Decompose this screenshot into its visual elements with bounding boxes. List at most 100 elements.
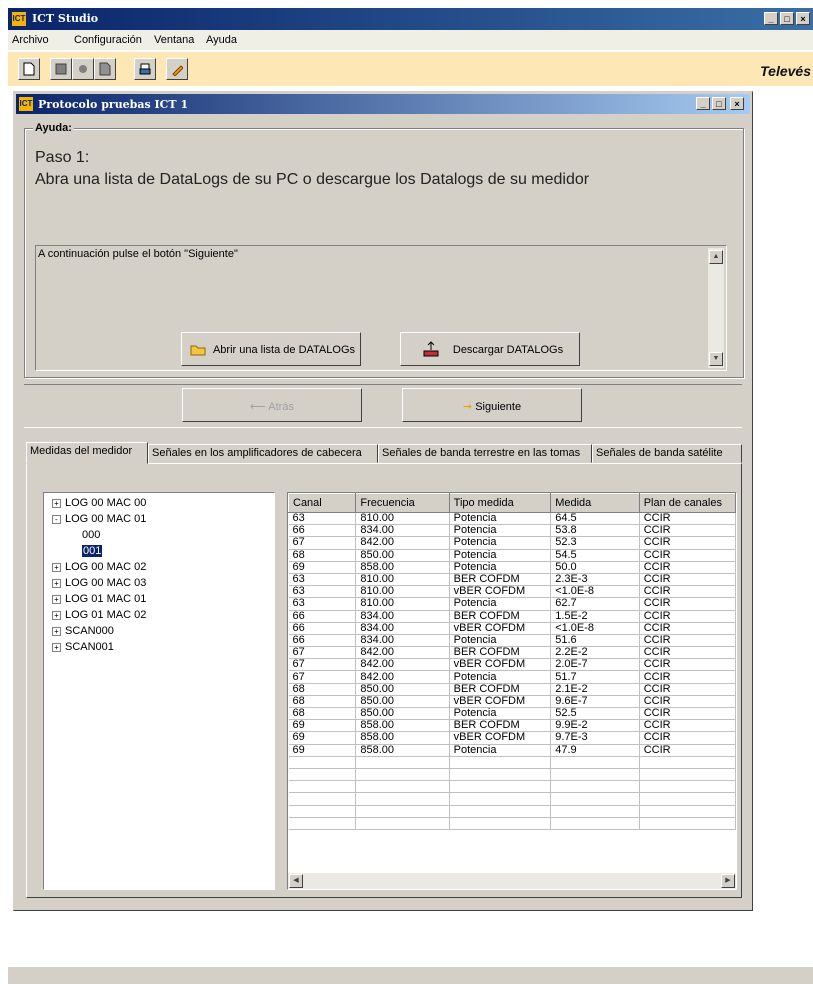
maximize-button[interactable]: □ bbox=[780, 12, 794, 25]
back-label: ⟵ Atrás bbox=[250, 401, 294, 413]
expand-icon[interactable]: + bbox=[52, 610, 61, 620]
menu-configuracion[interactable]: Configuración bbox=[74, 34, 142, 46]
column-header[interactable]: Plan de canales bbox=[638, 493, 736, 513]
expand-icon[interactable]: + bbox=[52, 594, 61, 604]
column-header[interactable]: Tipo medida bbox=[448, 493, 552, 513]
menu-ayuda[interactable]: Ayuda bbox=[206, 34, 237, 46]
new-document-button[interactable] bbox=[18, 58, 40, 80]
open-folder-icon bbox=[190, 345, 206, 356]
table-row[interactable]: 63 810.00 Potencia 64.5 CCIR bbox=[288, 512, 736, 526]
tab-amplificadores-cabecera[interactable]: Señales en los amplificadores de cabecer… bbox=[148, 444, 378, 463]
table-row[interactable]: 67 842.00 Potencia 52.3 CCIR bbox=[288, 536, 736, 550]
table-row[interactable]: 66 834.00 Potencia 51.6 CCIR bbox=[288, 634, 736, 648]
download-datalogs-button[interactable]: Descargar DATALOGs bbox=[400, 332, 580, 366]
measurements-grid[interactable]: Canal Frecuencia Tipo medida Medida Plan de … bbox=[287, 492, 737, 890]
tree-node[interactable]: + LOG 01 MAC 02 bbox=[52, 609, 146, 621]
menu-archivo[interactable]: Archivo bbox=[12, 34, 49, 46]
table-row[interactable]: 68 850.00 BER COFDM 2.1E-2 CCIR bbox=[288, 683, 736, 696]
column-header[interactable]: Frecuencia bbox=[355, 493, 450, 513]
close-button[interactable]: × bbox=[796, 12, 810, 25]
table-cell: 810.00 bbox=[355, 597, 450, 611]
table-row[interactable]: 68 850.00 Potencia 52.5 CCIR bbox=[288, 707, 736, 721]
scroll-left-icon[interactable]: ◀ bbox=[289, 874, 303, 888]
collapse-icon[interactable]: - bbox=[52, 514, 61, 524]
table-cell: 842.00 bbox=[355, 646, 450, 660]
tree-node[interactable]: + LOG 00 MAC 03 bbox=[52, 577, 146, 589]
table-cell bbox=[449, 780, 552, 794]
table-row[interactable]: 63 810.00 vBER COFDM <1.0E-8 CCIR bbox=[288, 585, 736, 599]
table-cell: 50.0 bbox=[550, 561, 640, 574]
table-row[interactable] bbox=[288, 792, 736, 806]
edit-button[interactable] bbox=[166, 58, 188, 80]
scroll-down-icon[interactable]: ▼ bbox=[709, 352, 723, 366]
properties-button[interactable] bbox=[72, 58, 94, 80]
table-row[interactable]: 66 834.00 BER COFDM 1.5E-2 CCIR bbox=[288, 610, 736, 623]
menu-ventana[interactable]: Ventana bbox=[154, 34, 194, 46]
expand-icon[interactable]: + bbox=[52, 562, 61, 572]
scroll-right-icon[interactable]: ▶ bbox=[721, 874, 735, 888]
tab-banda-terrestre[interactable]: Señales de banda terrestre en las tomas bbox=[378, 444, 592, 463]
tree-node[interactable]: + LOG 00 MAC 00 bbox=[52, 497, 146, 509]
tree-node[interactable]: - LOG 00 MAC 01 bbox=[52, 513, 146, 525]
table-cell bbox=[639, 805, 736, 818]
open-datalog-list-button[interactable]: Abrir una lista de DATALOGs bbox=[181, 332, 361, 366]
window-maximize-button[interactable]: □ bbox=[712, 97, 726, 110]
window-minimize-button[interactable]: _ bbox=[696, 97, 710, 110]
table-row[interactable]: 69 858.00 Potencia 47.9 CCIR bbox=[288, 744, 736, 757]
instructions-scrollbar[interactable]: ▲ ▼ bbox=[708, 248, 724, 368]
table-row[interactable] bbox=[288, 780, 736, 794]
table-row[interactable]: 67 842.00 Potencia 51.7 CCIR bbox=[288, 670, 736, 684]
table-cell: CCIR bbox=[639, 597, 736, 611]
tab-strip: Medidas del medidor Señales en los ampli… bbox=[26, 442, 742, 464]
table-row[interactable]: 69 858.00 BER COFDM 9.9E-2 CCIR bbox=[288, 719, 736, 733]
table-row[interactable]: 63 810.00 Potencia 62.7 CCIR bbox=[288, 597, 736, 611]
save-button[interactable] bbox=[50, 58, 72, 80]
table-cell: 62.7 bbox=[550, 597, 640, 611]
table-cell bbox=[355, 768, 450, 782]
protocol-window-title-bar[interactable]: ICT Protocolo pruebas ICT 1 _ □ × bbox=[16, 94, 750, 114]
tab-banda-satelite[interactable]: Señales de banda satélite bbox=[592, 444, 742, 463]
table-cell: 63 bbox=[288, 597, 357, 611]
table-cell: 69 bbox=[288, 561, 357, 574]
tree-node[interactable]: + LOG 01 MAC 01 bbox=[52, 593, 146, 605]
tree-node-label: 001 bbox=[82, 545, 103, 557]
column-header[interactable]: Medida bbox=[550, 493, 640, 513]
tree-node[interactable]: + LOG 00 MAC 02 bbox=[52, 561, 146, 573]
tree-node[interactable]: 000 bbox=[82, 529, 100, 541]
table-row[interactable]: 66 834.00 vBER COFDM <1.0E-8 CCIR bbox=[288, 622, 736, 635]
table-row[interactable] bbox=[288, 768, 736, 782]
expand-icon[interactable]: + bbox=[52, 626, 61, 636]
table-row[interactable] bbox=[288, 756, 736, 769]
window-close-button[interactable]: × bbox=[730, 97, 744, 110]
column-header[interactable]: Canal bbox=[288, 493, 357, 513]
table-cell bbox=[550, 756, 640, 769]
table-row[interactable]: 63 810.00 BER COFDM 2.3E-3 CCIR bbox=[288, 573, 736, 587]
grid-horizontal-scrollbar[interactable]: ◀ ▶ bbox=[288, 873, 736, 889]
table-row[interactable]: 67 842.00 vBER COFDM 2.0E-7 CCIR bbox=[288, 658, 736, 672]
back-button[interactable]: ⟵ Atrás bbox=[182, 388, 362, 422]
tree-node[interactable]: + SCAN001 bbox=[52, 641, 114, 653]
tab-medidas-del-medidor[interactable]: Medidas del medidor bbox=[26, 442, 148, 464]
tree-node[interactable]: + SCAN000 bbox=[52, 625, 114, 637]
print-button[interactable] bbox=[134, 58, 156, 80]
table-cell bbox=[550, 817, 640, 830]
tree-node[interactable]: 001 bbox=[82, 545, 103, 557]
table-row[interactable]: 68 850.00 Potencia 54.5 CCIR bbox=[288, 549, 736, 562]
expand-icon[interactable]: + bbox=[52, 578, 61, 588]
table-row[interactable]: 68 850.00 vBER COFDM 9.6E-7 CCIR bbox=[288, 695, 736, 709]
app-title-bar[interactable]: ICT ICT Studio _ □ × bbox=[8, 8, 813, 30]
datalog-tree[interactable]: + LOG 00 MAC 00 - LOG 00 MAC 01 000 001 + LOG 0… bbox=[43, 492, 275, 890]
scroll-up-icon[interactable]: ▲ bbox=[709, 250, 723, 264]
table-row[interactable] bbox=[288, 805, 736, 818]
table-row[interactable]: 67 842.00 BER COFDM 2.2E-2 CCIR bbox=[288, 646, 736, 660]
table-row[interactable]: 69 858.00 Potencia 50.0 CCIR bbox=[288, 561, 736, 574]
expand-icon[interactable]: + bbox=[52, 642, 61, 652]
expand-icon[interactable]: + bbox=[52, 498, 61, 508]
table-row[interactable] bbox=[288, 817, 736, 830]
table-row[interactable]: 66 834.00 Potencia 53.8 CCIR bbox=[288, 524, 736, 538]
minimize-button[interactable]: _ bbox=[764, 12, 778, 25]
next-button[interactable]: ➞ Siguiente bbox=[402, 388, 582, 422]
export-button[interactable] bbox=[94, 58, 116, 80]
table-row[interactable]: 69 858.00 vBER COFDM 9.7E-3 CCIR bbox=[288, 731, 736, 745]
table-cell bbox=[355, 756, 450, 769]
